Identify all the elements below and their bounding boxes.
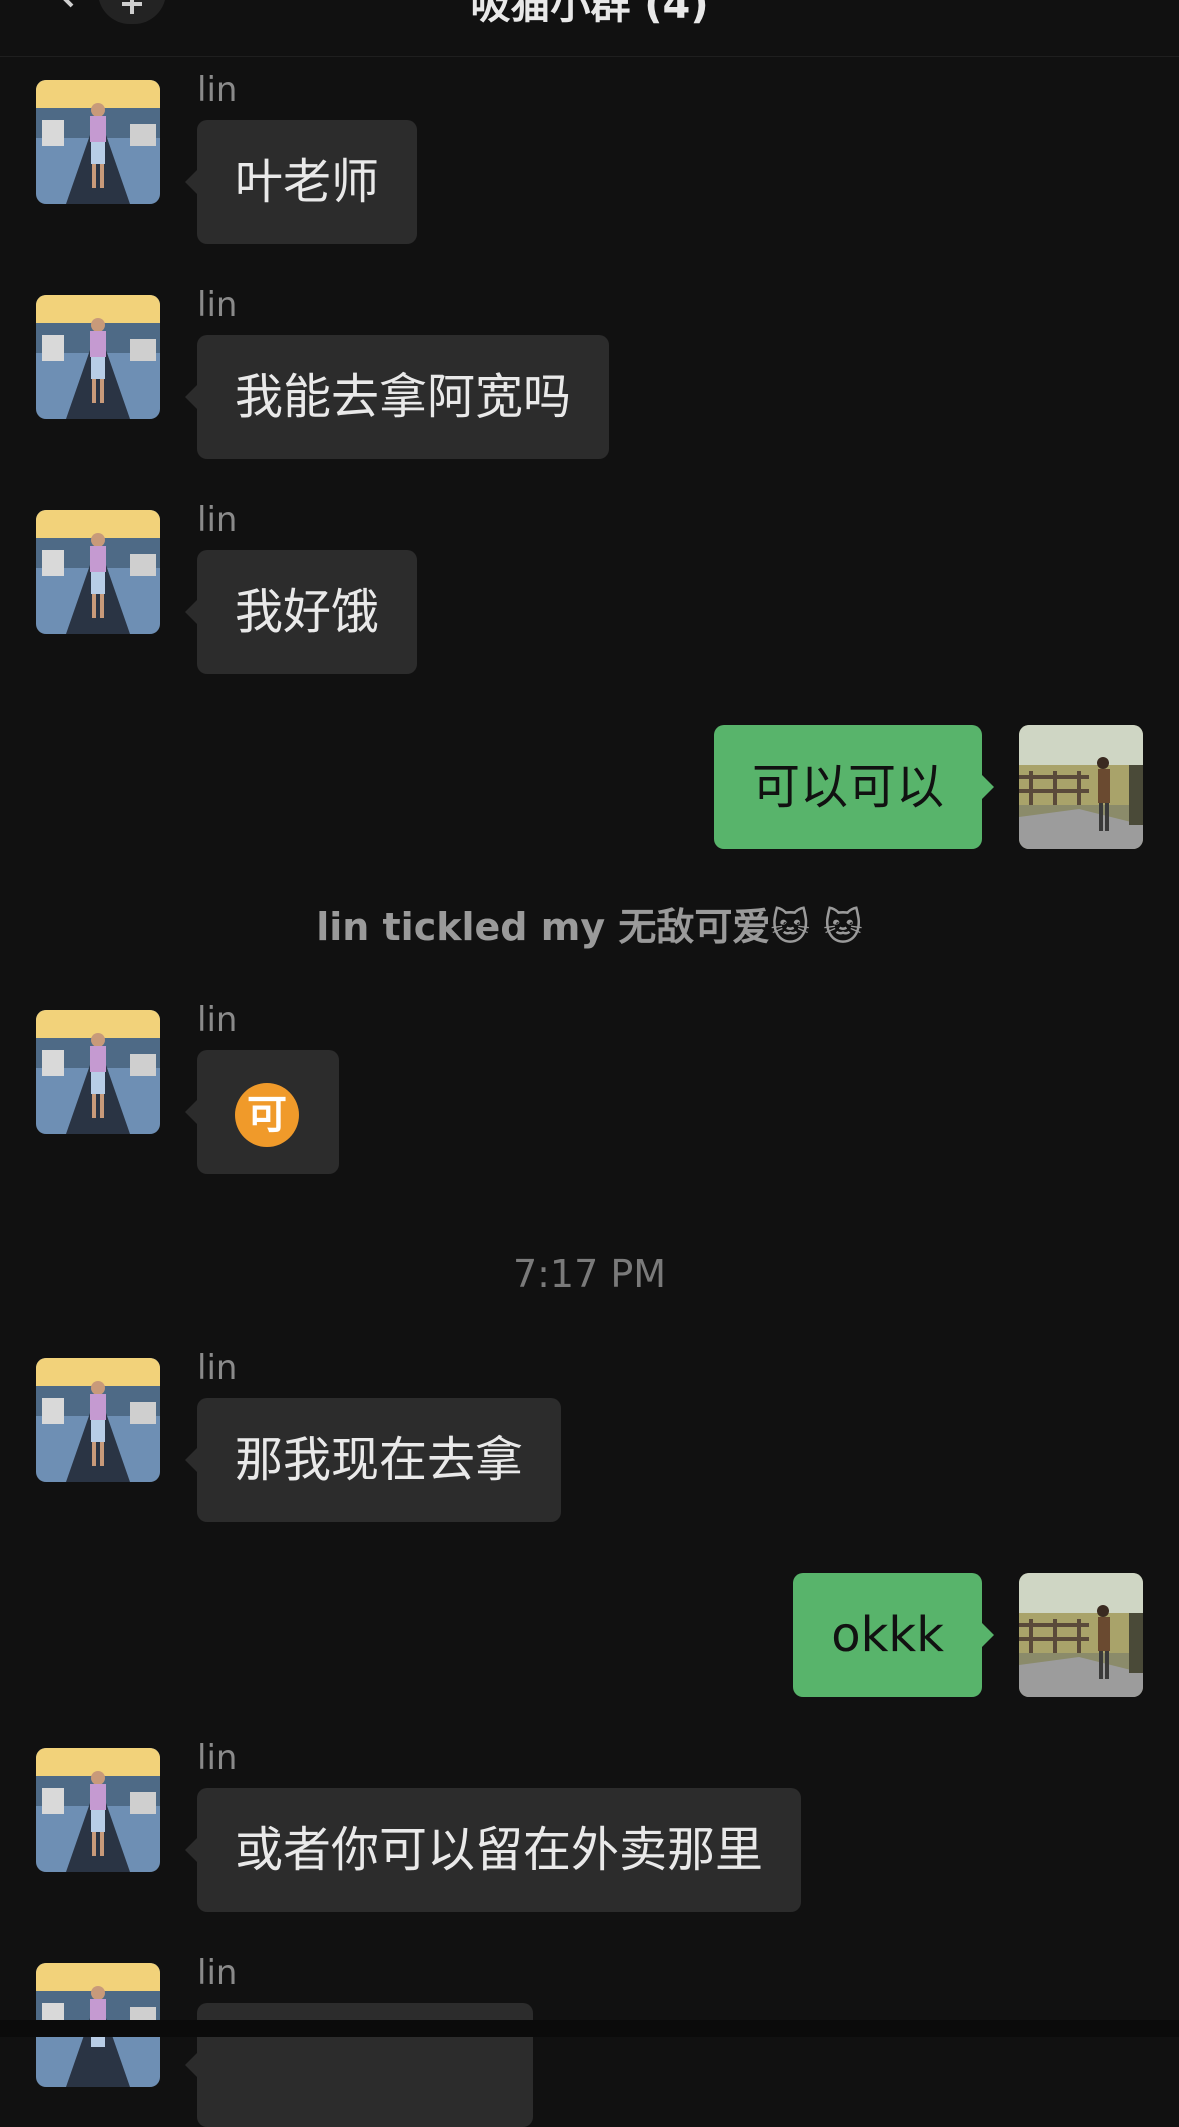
chat-header: 吸猫小群 (4) — [0, 0, 1179, 57]
sender-name: lin — [197, 1000, 238, 1040]
tickle-notice: lin tickled my 无敌可爱🐱 🐱 — [316, 905, 863, 949]
incoming-message-bubble[interactable]: 我好饿 — [184, 550, 418, 674]
timestamp: 7:17 PM — [512, 1252, 667, 1296]
my-avatar[interactable] — [1019, 1573, 1143, 1697]
sender-avatar[interactable] — [36, 1358, 160, 1482]
incoming-emoji-bubble[interactable]: 可 — [185, 1050, 339, 1174]
sender-name: lin — [197, 70, 238, 110]
my-avatar[interactable] — [1019, 725, 1143, 849]
screen-bottom-edge — [0, 2020, 1179, 2037]
sender-avatar[interactable] — [36, 1748, 160, 1872]
outgoing-message-bubble[interactable]: 可以可以 — [713, 725, 995, 849]
approve-emoji-icon: 可 — [235, 1083, 299, 1147]
incoming-message-bubble[interactable]: 我能去拿阿宽吗 — [184, 335, 610, 459]
incoming-message-bubble[interactable]: 或者你可以留在外卖那里 — [184, 1788, 802, 1912]
sender-avatar[interactable] — [36, 295, 160, 419]
sender-avatar[interactable] — [36, 510, 160, 634]
sender-name: lin — [197, 500, 238, 540]
outgoing-message-bubble[interactable]: okkk — [793, 1573, 994, 1697]
sender-name: lin — [197, 1953, 238, 1993]
chat-title: 吸猫小群 (4) — [470, 0, 709, 28]
sender-avatar[interactable] — [36, 80, 160, 204]
incoming-message-bubble[interactable]: 叶老师 — [184, 120, 418, 244]
sender-avatar[interactable] — [36, 1010, 160, 1134]
sender-name: lin — [197, 1738, 238, 1778]
sender-name: lin — [197, 285, 238, 325]
incoming-message-bubble[interactable]: 那我现在去拿 — [184, 1398, 562, 1522]
sender-name: lin — [197, 1348, 238, 1388]
